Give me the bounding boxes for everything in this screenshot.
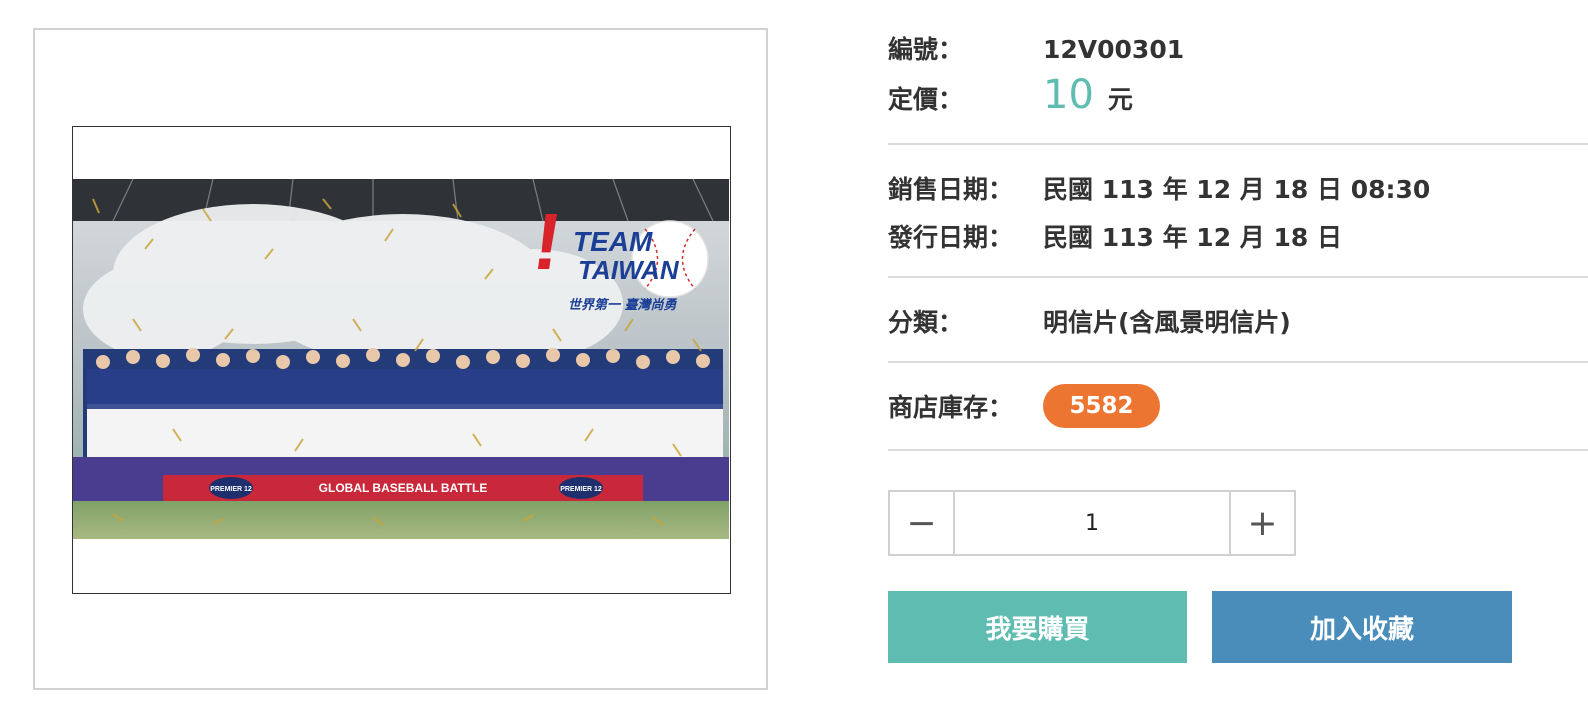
stock-label: 商店庫存： [888, 393, 1014, 422]
team-taiwan-photo: GLOBAL BASEBALL BATTLE PREMIER 12 PREMIE… [73, 179, 729, 539]
increase-quantity-button[interactable]: + [1229, 492, 1294, 554]
postcard-image[interactable]: GLOBAL BASEBALL BATTLE PREMIER 12 PREMIE… [72, 126, 731, 594]
price-unit: 元 [1107, 85, 1133, 114]
product-image-frame: GLOBAL BASEBALL BATTLE PREMIER 12 PREMIE… [33, 28, 768, 690]
svg-text:TAIWAN: TAIWAN [578, 255, 680, 285]
sale-date-value: 民國 113 年 12 月 18 日 08:30 [1043, 175, 1431, 204]
issue-date-value: 民國 113 年 12 月 18 日 [1043, 223, 1342, 252]
divider [888, 276, 1588, 278]
svg-text:TEAM: TEAM [573, 226, 653, 257]
issue-date-row: 發行日期： 民國 113 年 12 月 18 日 [888, 218, 1342, 254]
product-id-row: 編號： 12V00301 [888, 30, 1184, 66]
stock-badge: 5582 [1043, 384, 1160, 428]
divider [888, 449, 1588, 451]
category-label: 分類： [888, 308, 964, 337]
divider [888, 143, 1588, 145]
add-to-favorites-button[interactable]: 加入收藏 [1212, 591, 1512, 663]
price-value: 10 [1043, 72, 1094, 118]
price-row: 定價： 10 元 [888, 72, 1133, 118]
svg-text:PREMIER 12: PREMIER 12 [560, 486, 602, 493]
product-id-value: 12V00301 [1043, 35, 1185, 64]
svg-text:世界第一 臺灣尚勇: 世界第一 臺灣尚勇 [568, 297, 678, 313]
svg-text:GLOBAL BASEBALL BATTLE: GLOBAL BASEBALL BATTLE [319, 481, 488, 495]
quantity-stepper: − + [888, 490, 1296, 556]
category-row: 分類： 明信片(含風景明信片) [888, 303, 1291, 339]
sale-date-row: 銷售日期： 民國 113 年 12 月 18 日 08:30 [888, 170, 1430, 206]
stock-row: 商店庫存： 5582 [888, 384, 1160, 428]
decrease-quantity-button[interactable]: − [890, 492, 955, 554]
buy-button[interactable]: 我要購買 [888, 591, 1187, 663]
svg-text:PREMIER 12: PREMIER 12 [210, 486, 252, 493]
category-value: 明信片(含風景明信片) [1043, 308, 1291, 337]
sale-date-label: 銷售日期： [888, 175, 1014, 204]
price-label: 定價： [888, 85, 964, 114]
divider [888, 361, 1588, 363]
quantity-input[interactable] [955, 492, 1229, 554]
issue-date-label: 發行日期： [888, 223, 1014, 252]
product-id-label: 編號： [888, 35, 964, 64]
